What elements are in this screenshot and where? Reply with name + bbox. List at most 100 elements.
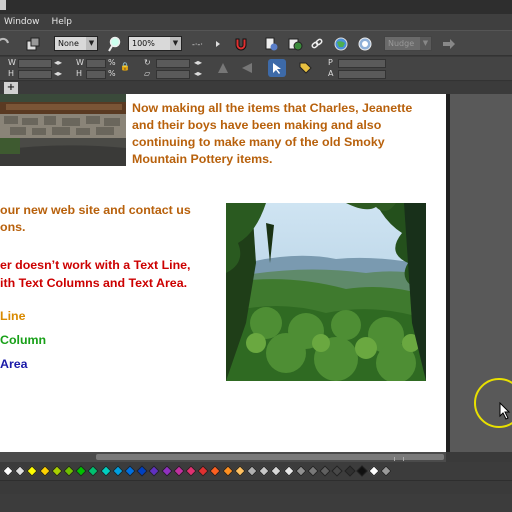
preview-icon[interactable] — [356, 35, 374, 53]
select-tool-icon[interactable] — [268, 59, 286, 77]
zoom-steps-icon[interactable]: -·-· — [192, 35, 222, 53]
color-swatch[interactable] — [75, 465, 87, 477]
color-swatch[interactable] — [87, 465, 100, 477]
percent-label: % — [108, 69, 116, 78]
grip-icon — [394, 457, 404, 461]
color-swatch[interactable] — [148, 465, 161, 477]
color-swatch[interactable] — [368, 465, 380, 477]
page-options-icon[interactable] — [262, 35, 280, 53]
color-swatch[interactable] — [356, 465, 368, 477]
window-control[interactable] — [0, 0, 6, 10]
warning-text-line-1: er doesn’t work with a Text Line, — [0, 258, 191, 272]
bottom-bar — [0, 494, 512, 512]
zoom-combo[interactable]: 100% ▼ — [128, 36, 182, 51]
color-swatch[interactable] — [282, 465, 295, 477]
color-swatch[interactable] — [234, 465, 246, 477]
warning-text[interactable]: er doesn’t work with a Text Line, ith Te… — [0, 256, 226, 292]
arrow-right-icon — [440, 35, 458, 53]
color-palette — [0, 462, 512, 480]
chevron-down-icon: ▼ — [86, 37, 97, 50]
fill-combo[interactable]: None ▼ — [54, 36, 98, 51]
scale-w-field[interactable] — [86, 59, 106, 68]
globe-preview-icon[interactable] — [332, 35, 350, 53]
status-bar — [0, 480, 512, 494]
website-text[interactable]: our new web site and contact us ons. — [0, 202, 224, 236]
skew-field[interactable] — [156, 70, 190, 79]
skew-icon: ▱ — [144, 69, 151, 78]
color-swatch[interactable] — [319, 465, 331, 477]
svg-text:-·-·: -·-· — [192, 40, 203, 49]
color-swatch[interactable] — [307, 465, 319, 477]
color-swatch[interactable] — [258, 465, 270, 477]
text-line-label[interactable]: Line — [0, 309, 25, 323]
add-tab-button[interactable]: + — [4, 82, 18, 94]
color-swatch[interactable] — [221, 465, 234, 477]
color-swatch[interactable] — [380, 465, 392, 477]
disabled-combo: Nudge ▼ — [384, 36, 432, 51]
color-swatch[interactable] — [331, 465, 344, 477]
color-swatch[interactable] — [14, 465, 26, 477]
nudge-arrows-icon: ◂▸ — [54, 69, 63, 78]
width-label: W — [8, 58, 16, 67]
color-swatch[interactable] — [270, 465, 283, 477]
transform-icon[interactable] — [24, 35, 42, 53]
rotate-field[interactable] — [156, 59, 190, 68]
mouse-cursor-icon — [499, 401, 511, 424]
a-label: A — [328, 69, 334, 78]
scale-h-field[interactable] — [86, 70, 106, 79]
menu-bar: Window Help — [0, 14, 512, 30]
color-swatch[interactable] — [112, 465, 124, 477]
color-swatch[interactable] — [124, 465, 136, 477]
menu-help[interactable]: Help — [46, 14, 79, 30]
web-properties-icon[interactable] — [286, 35, 304, 53]
color-swatch[interactable] — [209, 465, 222, 477]
color-swatch[interactable] — [197, 465, 209, 477]
chevron-down-icon: ▼ — [420, 37, 431, 50]
p-field[interactable] — [338, 59, 386, 68]
lock-icon[interactable]: 🔒 — [120, 62, 130, 71]
nudge-arrows-icon: ◂▸ — [194, 69, 203, 78]
forest-photo[interactable] — [226, 203, 426, 381]
sign-photo[interactable] — [0, 94, 126, 166]
height-field[interactable] — [18, 70, 52, 79]
website-text-line-2: ons. — [0, 220, 26, 234]
color-swatch[interactable] — [63, 465, 75, 477]
color-swatch[interactable] — [51, 465, 63, 477]
horizontal-scrollbar[interactable] — [0, 452, 446, 462]
a-field[interactable] — [338, 70, 386, 79]
intro-text[interactable]: Now making all the items that Charles, J… — [132, 100, 422, 168]
document-canvas[interactable]: Now making all the items that Charles, J… — [0, 94, 446, 452]
flip-horizontal-icon — [238, 59, 256, 77]
color-swatch[interactable] — [295, 465, 307, 477]
color-swatch[interactable] — [246, 465, 258, 477]
redo-icon[interactable] — [0, 35, 12, 53]
color-swatch[interactable] — [99, 465, 112, 477]
info-bar: W H ◂▸ ◂▸ W H % % 🔒 ↻ ▱ ◂▸ ◂▸ P A — [0, 57, 512, 81]
zoom-icon[interactable] — [106, 35, 124, 53]
width-field[interactable] — [18, 59, 52, 68]
color-swatch[interactable] — [343, 465, 356, 477]
color-swatch[interactable] — [160, 465, 173, 477]
title-strip — [0, 0, 512, 14]
color-swatch[interactable] — [136, 465, 148, 477]
text-area-label[interactable]: Area — [0, 357, 28, 371]
tag-icon[interactable] — [296, 59, 314, 77]
color-swatch[interactable] — [173, 465, 185, 477]
color-swatch[interactable] — [185, 465, 197, 477]
scrollbar-thumb[interactable] — [96, 454, 444, 461]
p-label: P — [328, 58, 333, 67]
color-swatch[interactable] — [2, 465, 14, 477]
scale-h-label: H — [76, 69, 83, 78]
link-icon[interactable] — [308, 35, 326, 53]
color-swatch[interactable] — [26, 465, 39, 477]
app-window: Window Help None ▼ 100% ▼ -·-· Nudge ▼ W… — [0, 0, 512, 512]
main-toolbar: None ▼ 100% ▼ -·-· Nudge ▼ — [0, 30, 512, 56]
chevron-down-icon: ▼ — [170, 37, 181, 50]
tab-strip: + — [0, 82, 512, 94]
color-swatch[interactable] — [38, 465, 51, 477]
nudge-arrows-icon: ◂▸ — [54, 58, 63, 67]
nudge-arrows-icon: ◂▸ — [194, 58, 203, 67]
magnet-icon[interactable] — [232, 35, 250, 53]
menu-window[interactable]: Window — [0, 14, 46, 30]
text-column-label[interactable]: Column — [0, 333, 46, 347]
